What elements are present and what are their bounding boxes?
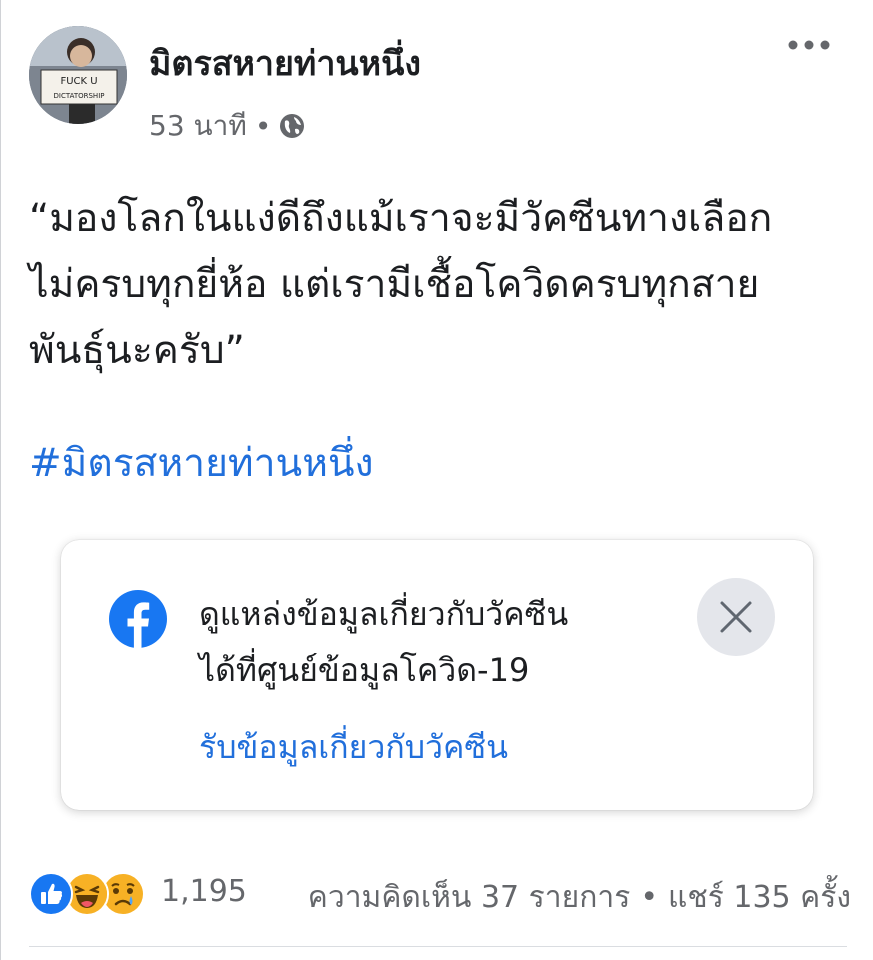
footer-divider bbox=[29, 946, 847, 947]
close-icon bbox=[720, 601, 752, 633]
reaction-icons[interactable] bbox=[29, 872, 145, 916]
info-card-line: ได้ที่ศูนย์ข้อมูลโควิด-19 bbox=[199, 651, 530, 689]
facebook-logo-icon bbox=[109, 590, 167, 648]
more-horizontal-icon bbox=[788, 40, 830, 50]
vaccine-info-link[interactable]: รับข้อมูลเกี่ยวกับวัคซีน bbox=[199, 722, 508, 773]
post-stats: ความคิดเห็น 37 รายการ • แชร์ 135 ครั้ง bbox=[308, 874, 851, 921]
hashtag-link[interactable]: #มิตรสหายท่านหนึ่ง bbox=[29, 432, 374, 494]
more-options-button[interactable] bbox=[781, 30, 837, 60]
info-card-text: ดูแหล่งข้อมูลเกี่ยวกับวัคซีน ได้ที่ศูนย์… bbox=[199, 586, 568, 698]
reaction-count[interactable]: 1,195 bbox=[161, 874, 247, 909]
comment-count[interactable]: ความคิดเห็น 37 รายการ bbox=[308, 880, 631, 915]
meta-separator: • bbox=[254, 109, 272, 143]
author-avatar[interactable]: FUCK U DICTATORSHIP bbox=[29, 26, 127, 124]
stats-separator: • bbox=[640, 880, 659, 915]
facebook-post: FUCK U DICTATORSHIP มิตรสหายท่านหนึ่ง 53… bbox=[0, 0, 873, 960]
post-meta: 53 นาที • bbox=[149, 104, 305, 148]
post-time[interactable]: 53 นาที bbox=[149, 104, 247, 148]
avatar-sign-line-2: DICTATORSHIP bbox=[54, 92, 105, 100]
like-icon bbox=[29, 872, 73, 916]
author-name[interactable]: มิตรสหายท่านหนึ่ง bbox=[149, 36, 421, 90]
avatar-photo: FUCK U DICTATORSHIP bbox=[29, 26, 127, 124]
post-text-line: พันธุ์นะครับ” bbox=[29, 328, 245, 373]
avatar-sign-line-1: FUCK U bbox=[60, 76, 97, 87]
share-count[interactable]: แชร์ 135 ครั้ง bbox=[668, 880, 851, 915]
globe-icon bbox=[279, 113, 305, 139]
post-text-line: ไม่ครบทุกยี่ห้อ แต่เรามีเชื้อโควิดครบทุก… bbox=[29, 262, 760, 307]
close-card-button[interactable] bbox=[697, 578, 775, 656]
covid-info-card: ดูแหล่งข้อมูลเกี่ยวกับวัคซีน ได้ที่ศูนย์… bbox=[61, 540, 813, 810]
info-card-line: ดูแหล่งข้อมูลเกี่ยวกับวัคซีน bbox=[199, 595, 569, 633]
post-text: “มองโลกในแง่ดีถึงแม้เราจะมีวัคซีนทางเลือ… bbox=[29, 186, 849, 384]
post-text-line: “มองโลกในแง่ดีถึงแม้เราจะมีวัคซีนทางเลือ… bbox=[29, 196, 773, 241]
